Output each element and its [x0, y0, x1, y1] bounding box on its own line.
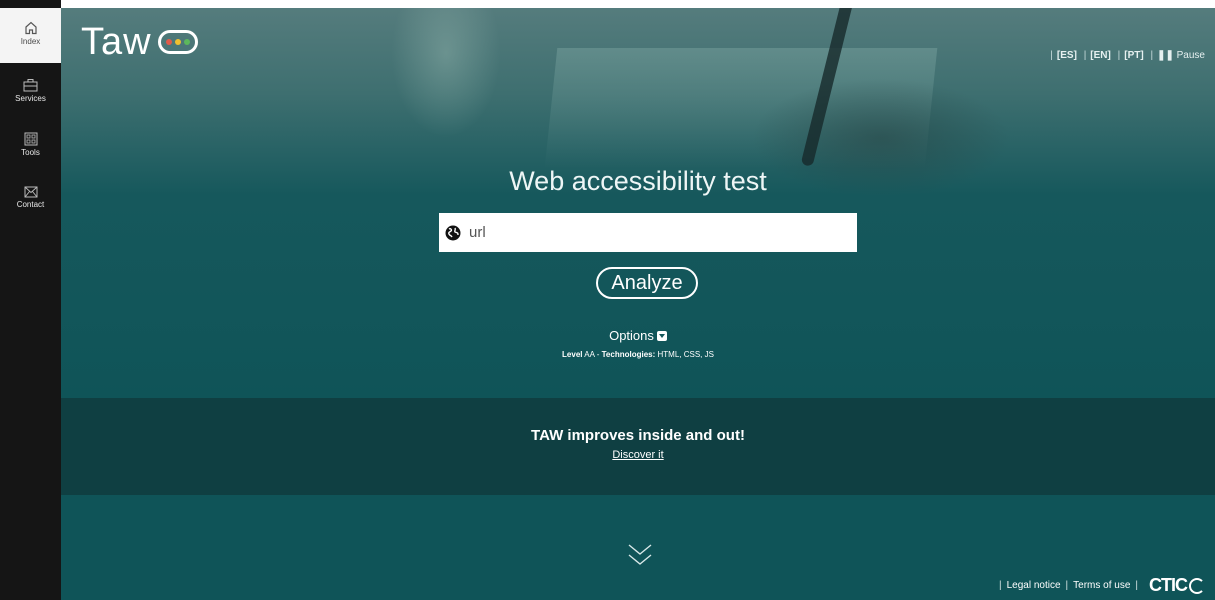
traffic-light-icon	[157, 30, 198, 54]
technologies-value: HTML, CSS, JS	[657, 350, 714, 359]
discover-link[interactable]: Discover it	[612, 449, 663, 461]
ctic-logo[interactable]: CTIC	[1149, 575, 1205, 596]
background-photo-glass	[391, 8, 501, 138]
hero-section: Taw | [ES] | [EN] | [PT] | ❚❚ Pause Web acce…	[61, 8, 1215, 398]
briefcase-icon	[23, 79, 38, 92]
grid-icon	[24, 132, 37, 146]
globe-icon	[445, 225, 461, 240]
ctic-ring-icon	[1189, 577, 1205, 594]
sidebar: Index Services Tools Contact	[0, 0, 61, 600]
language-selector: | [ES] | [EN] | [PT] | ❚❚ Pause	[1050, 50, 1205, 61]
light-red	[165, 39, 172, 45]
sidebar-item-label: Contact	[16, 200, 45, 209]
sidebar-item-label: Tools	[21, 148, 40, 157]
sidebar-item-index[interactable]: Index	[0, 8, 61, 63]
light-green	[183, 39, 190, 45]
options-toggle[interactable]: Options	[61, 328, 1215, 343]
url-input[interactable]	[467, 223, 841, 242]
dropdown-icon	[656, 331, 667, 341]
footer: | Legal notice | Terms of use | CTIC	[994, 575, 1205, 596]
analysis-settings: Level AA - Technologies: HTML, CSS, JS	[562, 350, 714, 359]
pause-icon: ❚❚	[1157, 50, 1174, 61]
analyze-button[interactable]: Analyze	[596, 267, 698, 299]
sidebar-item-tools[interactable]: Tools	[0, 132, 61, 157]
banner-heading: TAW improves inside and out!	[531, 427, 745, 444]
home-icon	[24, 21, 37, 35]
ctic-text: CTIC	[1149, 575, 1188, 595]
sidebar-item-label: Services	[15, 94, 46, 103]
bottom-section: | Legal notice | Terms of use | CTIC	[61, 495, 1215, 600]
mail-icon	[24, 186, 37, 198]
level-value: AA	[584, 350, 595, 359]
terms-of-use-link[interactable]: Terms of use	[1073, 580, 1130, 591]
sidebar-item-label: Index	[20, 37, 41, 46]
lang-en-link[interactable]: [EN]	[1090, 50, 1111, 61]
options-label: Options	[609, 328, 654, 343]
promo-banner: TAW improves inside and out! Discover it	[61, 398, 1215, 495]
technologies-label: Technologies	[601, 350, 653, 359]
page-title: Web accessibility test	[509, 166, 767, 196]
level-label: Level	[562, 350, 583, 359]
url-field[interactable]	[439, 213, 857, 252]
pause-button[interactable]: ❚❚ Pause	[1157, 50, 1205, 61]
lang-es-link[interactable]: [ES]	[1057, 50, 1077, 61]
light-yellow	[174, 39, 181, 45]
lang-pt-link[interactable]: [PT]	[1124, 50, 1143, 61]
sidebar-item-services[interactable]: Services	[0, 78, 61, 103]
pause-label: Pause	[1176, 50, 1205, 61]
taw-logo[interactable]: Taw	[81, 22, 198, 62]
legal-notice-link[interactable]: Legal notice	[1007, 580, 1061, 591]
scroll-down-chevron-icon[interactable]	[627, 543, 653, 567]
logo-text: Taw	[81, 21, 152, 63]
sidebar-item-contact[interactable]: Contact	[0, 186, 61, 209]
